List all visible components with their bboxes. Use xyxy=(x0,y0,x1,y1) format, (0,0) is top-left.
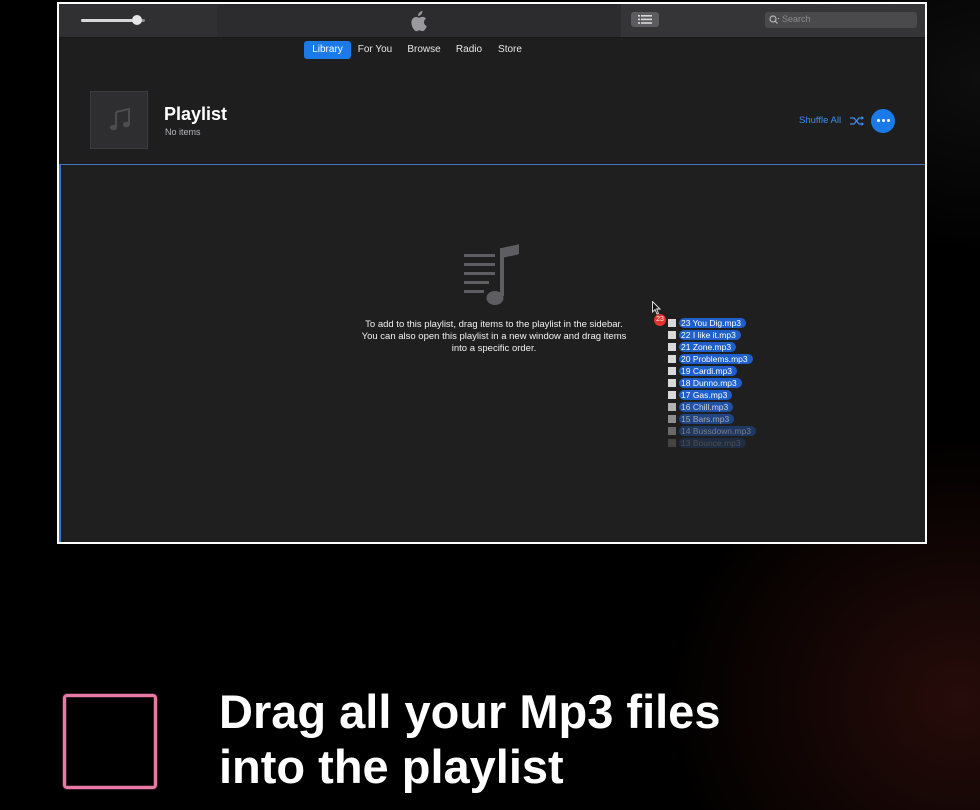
shuffle-icon[interactable] xyxy=(850,116,865,126)
file-checkbox xyxy=(668,403,676,411)
file-name: 15 Bars.mp3 xyxy=(679,414,735,424)
music-note-icon xyxy=(110,108,130,131)
dragged-file-item: 21 Zone.mp3 xyxy=(668,341,808,353)
file-name: 19 Cardi.mp3 xyxy=(679,366,738,376)
toolbar: Search xyxy=(59,4,925,38)
file-name: 18 Dunno.mp3 xyxy=(679,378,742,388)
playlist-drop-area[interactable]: To add to this playlist, drag items to t… xyxy=(59,164,925,542)
more-icon-dot xyxy=(882,119,885,122)
file-name: 20 Problems.mp3 xyxy=(679,354,753,364)
dragged-file-item: 23 You Dig.mp3 xyxy=(668,317,808,329)
tab-radio[interactable]: Radio xyxy=(453,41,485,59)
file-name: 16 Chill.mp3 xyxy=(679,402,734,412)
file-name: 22 I like it.mp3 xyxy=(679,330,741,340)
more-icon-dot xyxy=(887,119,890,122)
search-input[interactable]: Search xyxy=(765,12,917,28)
shuffle-all-button[interactable]: Shuffle All xyxy=(799,115,841,126)
list-icon xyxy=(638,15,652,24)
file-name: 14 Bussdown.mp3 xyxy=(679,426,756,436)
screenshot-frame: Search Library For You Browse Radio Stor… xyxy=(57,2,927,544)
library-nav: Library For You Browse Radio Store xyxy=(59,37,925,63)
dragged-file-item: 18 Dunno.mp3 xyxy=(668,377,808,389)
file-checkbox xyxy=(668,379,676,387)
playlist-header: Playlist No items Shuffle All xyxy=(59,63,925,164)
dragged-file-item: 20 Problems.mp3 xyxy=(668,353,808,365)
dragged-file-item: 19 Cardi.mp3 xyxy=(668,365,808,377)
file-name: 23 You Dig.mp3 xyxy=(679,318,747,328)
file-checkbox xyxy=(668,343,676,351)
dragged-file-item: 13 Bounce.mp3 xyxy=(668,437,808,449)
file-checkbox xyxy=(668,391,676,399)
file-checkbox xyxy=(668,415,676,423)
playlist-music-icon xyxy=(464,244,519,305)
apple-logo-icon xyxy=(411,11,427,32)
playlist-artwork xyxy=(90,91,148,149)
volume-level xyxy=(81,19,138,22)
dragged-file-item: 17 Gas.mp3 xyxy=(668,389,808,401)
cursor-arrow-icon xyxy=(652,301,661,315)
file-checkbox xyxy=(668,331,676,339)
file-checkbox xyxy=(668,355,676,363)
dragged-file-item: 14 Bussdown.mp3 xyxy=(668,425,808,437)
tab-browse[interactable]: Browse xyxy=(404,41,444,59)
playback-controls xyxy=(59,4,217,37)
empty-playlist-instructions: To add to this playlist, drag items to t… xyxy=(361,319,627,354)
tab-library[interactable]: Library xyxy=(304,41,351,59)
file-name: 13 Bounce.mp3 xyxy=(679,438,746,448)
instruction-caption: Drag all your Mp3 files into the playlis… xyxy=(219,684,959,794)
dragged-files-list: 23 You Dig.mp3 22 I like it.mp3 21 Zone.mp… xyxy=(668,317,808,449)
search-icon xyxy=(769,15,780,24)
drag-count-badge: 23 xyxy=(654,314,666,326)
checkbox-square-icon xyxy=(63,694,157,789)
up-next-list-button[interactable] xyxy=(631,12,659,27)
tab-store[interactable]: Store xyxy=(494,41,526,59)
file-checkbox xyxy=(668,439,676,447)
playlist-item-count: No items xyxy=(165,127,201,137)
file-checkbox xyxy=(668,367,676,375)
file-name: 17 Gas.mp3 xyxy=(679,390,733,400)
search-placeholder: Search xyxy=(782,14,811,24)
dragged-file-item: 15 Bars.mp3 xyxy=(668,413,808,425)
itunes-window: Search Library For You Browse Radio Stor… xyxy=(59,4,925,542)
caption-line-1: Drag all your Mp3 files xyxy=(219,685,721,738)
page-title: Playlist xyxy=(164,104,228,124)
tab-for-you[interactable]: For You xyxy=(355,41,395,59)
more-icon-dot xyxy=(877,119,880,122)
file-checkbox xyxy=(668,427,676,435)
volume-knob[interactable] xyxy=(132,15,143,25)
caption-line-2: into the playlist xyxy=(219,740,564,793)
file-name: 21 Zone.mp3 xyxy=(679,342,737,352)
dragged-file-item: 22 I like it.mp3 xyxy=(668,329,808,341)
more-options-button[interactable] xyxy=(871,109,895,133)
dragged-file-item: 16 Chill.mp3 xyxy=(668,401,808,413)
file-checkbox xyxy=(668,319,676,327)
